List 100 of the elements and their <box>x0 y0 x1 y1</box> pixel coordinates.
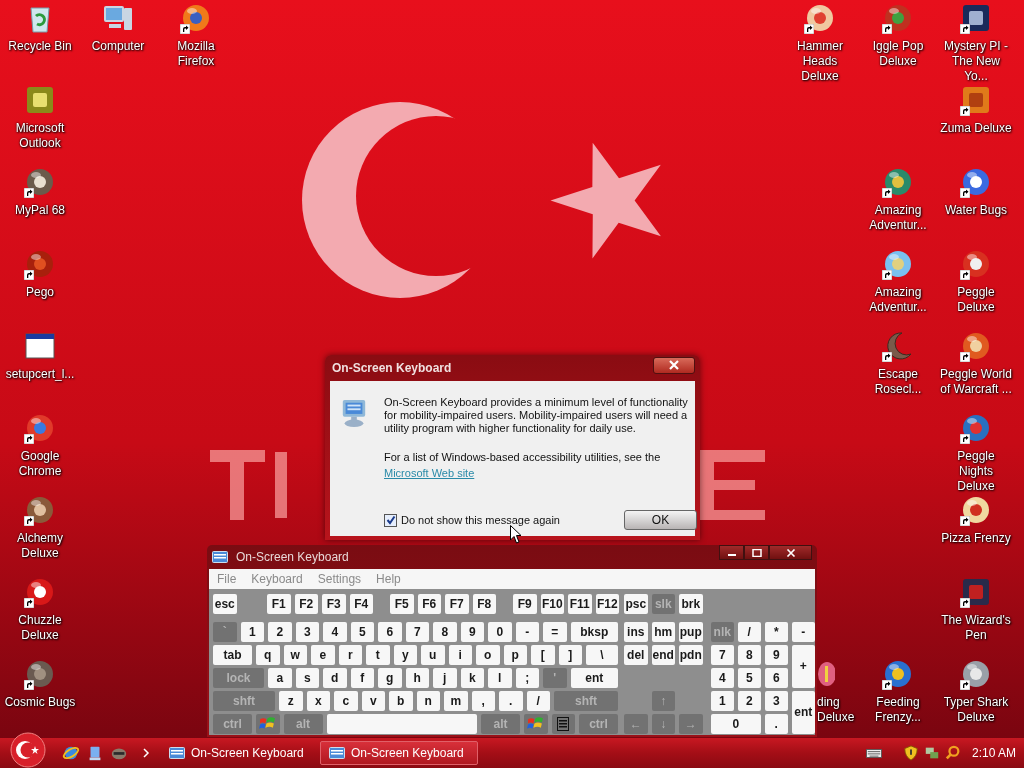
key[interactable]: + <box>791 645 815 688</box>
key[interactable]: u <box>421 645 445 665</box>
key[interactable]: i <box>448 645 472 665</box>
key[interactable]: F8 <box>472 594 496 614</box>
windows-key[interactable] <box>524 714 548 734</box>
minimize-button[interactable] <box>719 545 744 560</box>
key[interactable]: 6 <box>764 668 788 688</box>
key[interactable]: ent <box>791 691 815 734</box>
key[interactable]: del <box>624 645 648 665</box>
key[interactable]: t <box>366 645 390 665</box>
key[interactable]: bksp <box>570 622 618 642</box>
key[interactable]: F10 <box>540 594 564 614</box>
key[interactable]: ] <box>558 645 582 665</box>
ball-icon[interactable] <box>24 248 56 280</box>
key[interactable]: 7 <box>710 645 734 665</box>
key[interactable]: 0 <box>488 622 512 642</box>
key[interactable]: 3 <box>764 691 788 711</box>
key[interactable]: 8 <box>433 622 457 642</box>
ball-icon[interactable] <box>24 576 56 608</box>
key[interactable]: w <box>283 645 307 665</box>
key[interactable]: - <box>791 622 815 642</box>
key[interactable]: 8 <box>737 645 761 665</box>
key[interactable]: ; <box>515 668 539 688</box>
key[interactable]: q <box>256 645 280 665</box>
key[interactable]: k <box>460 668 484 688</box>
taskbar-button[interactable]: On-Screen Keyboard <box>320 741 478 765</box>
key[interactable]: v <box>361 691 385 711</box>
key[interactable]: p <box>503 645 527 665</box>
key[interactable]: o <box>476 645 500 665</box>
key[interactable]: F11 <box>568 594 592 614</box>
shield-icon[interactable] <box>902 745 919 761</box>
clock[interactable]: 2:10 AM <box>971 746 1016 760</box>
ok-button[interactable]: OK <box>624 510 697 530</box>
ball-icon[interactable] <box>960 330 992 362</box>
key[interactable]: e <box>311 645 335 665</box>
key[interactable]: d <box>323 668 347 688</box>
menu-key[interactable] <box>551 714 575 734</box>
key[interactable]: 4 <box>323 622 347 642</box>
key[interactable]: y <box>393 645 417 665</box>
key[interactable]: psc <box>624 594 648 614</box>
key[interactable]: F12 <box>595 594 619 614</box>
key[interactable]: a <box>268 668 292 688</box>
key[interactable]: ins <box>624 622 648 642</box>
key[interactable]: c <box>334 691 358 711</box>
key[interactable]: z <box>279 691 303 711</box>
key[interactable]: 2 <box>268 622 292 642</box>
maximize-button[interactable] <box>744 545 769 560</box>
chevron-icon[interactable] <box>142 748 150 758</box>
key[interactable]: \ <box>586 645 618 665</box>
key[interactable]: g <box>378 668 402 688</box>
key[interactable]: m <box>444 691 468 711</box>
search-icon[interactable] <box>944 745 961 761</box>
key[interactable]: F9 <box>513 594 537 614</box>
key[interactable]: 5 <box>350 622 374 642</box>
key[interactable]: esc <box>213 594 237 614</box>
key[interactable]: j <box>433 668 457 688</box>
key[interactable]: pup <box>679 622 703 642</box>
key[interactable]: 2 <box>737 691 761 711</box>
key[interactable]: - <box>515 622 539 642</box>
close-button[interactable] <box>653 356 695 374</box>
key[interactable]: n <box>416 691 440 711</box>
key[interactable]: [ <box>531 645 555 665</box>
key[interactable]: end <box>651 645 675 665</box>
key[interactable]: / <box>526 691 550 711</box>
key[interactable]: b <box>389 691 413 711</box>
start-button[interactable] <box>10 732 46 768</box>
key[interactable]: * <box>764 622 788 642</box>
key[interactable]: F5 <box>390 594 414 614</box>
key[interactable]: 7 <box>405 622 429 642</box>
key[interactable]: tab <box>213 645 252 665</box>
taskbar-button[interactable]: On-Screen Keyboard <box>160 741 318 765</box>
key[interactable]: , <box>471 691 495 711</box>
checkbox[interactable] <box>384 513 397 527</box>
key[interactable]: / <box>737 622 761 642</box>
key[interactable]: F2 <box>294 594 318 614</box>
window-icon[interactable] <box>24 330 56 362</box>
key[interactable]: F3 <box>322 594 346 614</box>
key[interactable]: brk <box>679 594 703 614</box>
key[interactable]: F1 <box>267 594 291 614</box>
windows-key[interactable] <box>256 714 280 734</box>
key[interactable]: ent <box>570 668 618 688</box>
key[interactable]: F4 <box>349 594 373 614</box>
key[interactable]: pdn <box>679 645 703 665</box>
key[interactable]: F6 <box>417 594 441 614</box>
key[interactable]: = <box>543 622 567 642</box>
key[interactable]: 6 <box>378 622 402 642</box>
key[interactable]: 1 <box>240 622 264 642</box>
network-icon[interactable] <box>923 745 940 761</box>
key[interactable]: 0 <box>710 714 761 734</box>
key[interactable]: F7 <box>445 594 469 614</box>
key[interactable]: f <box>350 668 374 688</box>
web-site-link[interactable]: Microsoft Web site <box>384 467 475 480</box>
key[interactable]: 3 <box>295 622 319 642</box>
ball-icon[interactable] <box>960 248 992 280</box>
key[interactable]: . <box>764 714 788 734</box>
key[interactable]: 9 <box>764 645 788 665</box>
ball-icon[interactable] <box>960 412 992 444</box>
key[interactable]: 9 <box>460 622 484 642</box>
close-button[interactable] <box>769 545 812 560</box>
key[interactable]: 4 <box>710 668 734 688</box>
